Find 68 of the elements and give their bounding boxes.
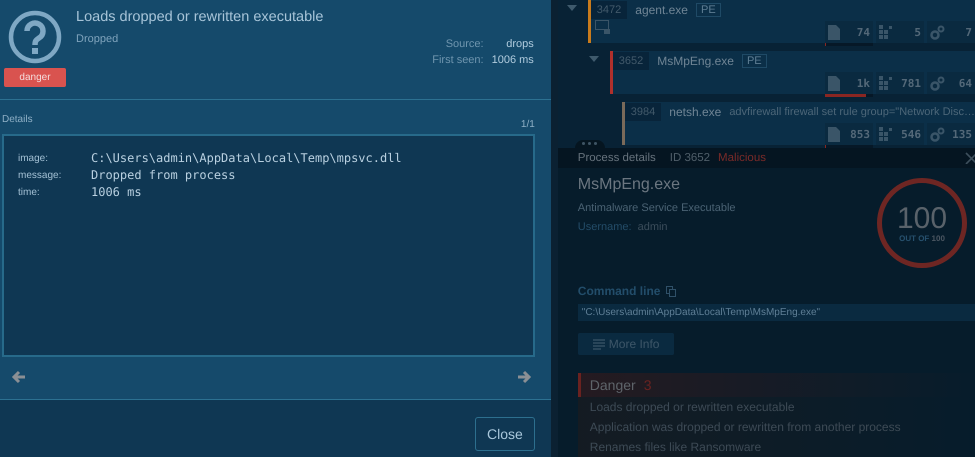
details-heading: Details xyxy=(2,114,33,127)
registry-icon xyxy=(879,126,894,142)
file-icon xyxy=(828,126,840,142)
process-name: netsh.exe xyxy=(669,104,722,118)
close-icon[interactable] xyxy=(965,152,975,164)
list-icon xyxy=(592,338,605,350)
dialog-title: Loads dropped or rewritten executable xyxy=(76,9,324,25)
file-count: 74 xyxy=(856,26,870,38)
drag-handle[interactable] xyxy=(574,140,605,148)
danger-label: Danger xyxy=(590,377,636,393)
command-line-field: "C:\Users\admin\AppData\Local\Temp\MsMpEng.exe" xyxy=(578,304,975,321)
process-name: MsMpEng.exe xyxy=(657,54,734,68)
process-name: MsMpEng.exe xyxy=(578,176,682,194)
verdict-label: Malicious xyxy=(718,152,766,164)
caret-down-icon[interactable] xyxy=(566,4,578,12)
dialog-subtitle: Dropped xyxy=(76,33,120,45)
field-label: message: xyxy=(18,169,62,183)
command-line-label: Command line xyxy=(578,284,660,298)
process-id: ID 3652 xyxy=(670,152,710,164)
process-row[interactable]: 3984 netsh.exe advfirewall firewall set rule group="Network Disc… 853 546 135 xyxy=(622,102,975,145)
question-icon xyxy=(7,9,63,65)
process-id: 3984 xyxy=(624,102,662,120)
danger-count: 3 xyxy=(644,377,652,393)
left-arrow-icon[interactable] xyxy=(12,370,26,384)
meta-value: 1006 ms xyxy=(492,54,534,66)
file-icon xyxy=(828,76,840,90)
exe-file-icon xyxy=(594,19,611,35)
module-count: 7 xyxy=(965,26,972,38)
registry-count: 781 xyxy=(901,76,921,90)
gears-icon xyxy=(930,24,945,40)
file-icon xyxy=(828,24,840,40)
panel-title: Process details xyxy=(578,152,656,164)
field-label: time: xyxy=(18,186,41,200)
module-count: 64 xyxy=(958,76,972,90)
copy-icon[interactable] xyxy=(666,286,676,296)
process-row[interactable]: 3652 MsMpEng.exe PE 1k 781 64 xyxy=(610,51,975,94)
page-counter: 1/1 xyxy=(520,119,535,130)
username-label: Username: xyxy=(578,221,632,233)
process-description: Antimalware Service Executable xyxy=(578,202,736,214)
registry-count: 546 xyxy=(901,128,921,140)
registry-icon xyxy=(879,24,894,40)
gears-icon xyxy=(930,76,945,90)
file-count: 1k xyxy=(856,76,870,90)
process-row[interactable]: 3472 agent.exe PE 74 5 7 xyxy=(588,0,975,43)
process-id: 3472 xyxy=(590,0,628,18)
meta-label: First seen: xyxy=(432,54,484,66)
score-caption: OUT OF 100 xyxy=(899,234,945,242)
field-value: 1006 ms xyxy=(91,185,143,200)
meta-value: drops xyxy=(505,38,534,50)
right-arrow-icon[interactable] xyxy=(516,370,531,384)
module-count: 135 xyxy=(952,128,972,140)
process-id: 3652 xyxy=(612,52,650,70)
caret-down-icon[interactable] xyxy=(588,55,600,63)
score-value: 100 xyxy=(896,204,948,234)
close-button[interactable]: Close xyxy=(475,417,535,451)
process-args: advfirewall firewall set rule group="Network Disc… xyxy=(729,106,975,118)
field-label: image: xyxy=(18,152,50,166)
registry-count: 5 xyxy=(914,26,921,38)
gears-icon xyxy=(930,126,945,142)
process-name: agent.exe xyxy=(635,2,688,16)
registry-icon xyxy=(879,76,894,90)
pe-tag: PE xyxy=(742,54,767,68)
danger-badge: danger xyxy=(4,68,66,87)
meta-label: Source: xyxy=(444,38,484,50)
field-value: Dropped from process xyxy=(91,168,236,183)
field-value: C:\Users\admin\AppData\Local\Temp\mpsvc.dll xyxy=(91,151,402,166)
file-count: 853 xyxy=(850,128,870,140)
pe-tag: PE xyxy=(696,2,721,16)
